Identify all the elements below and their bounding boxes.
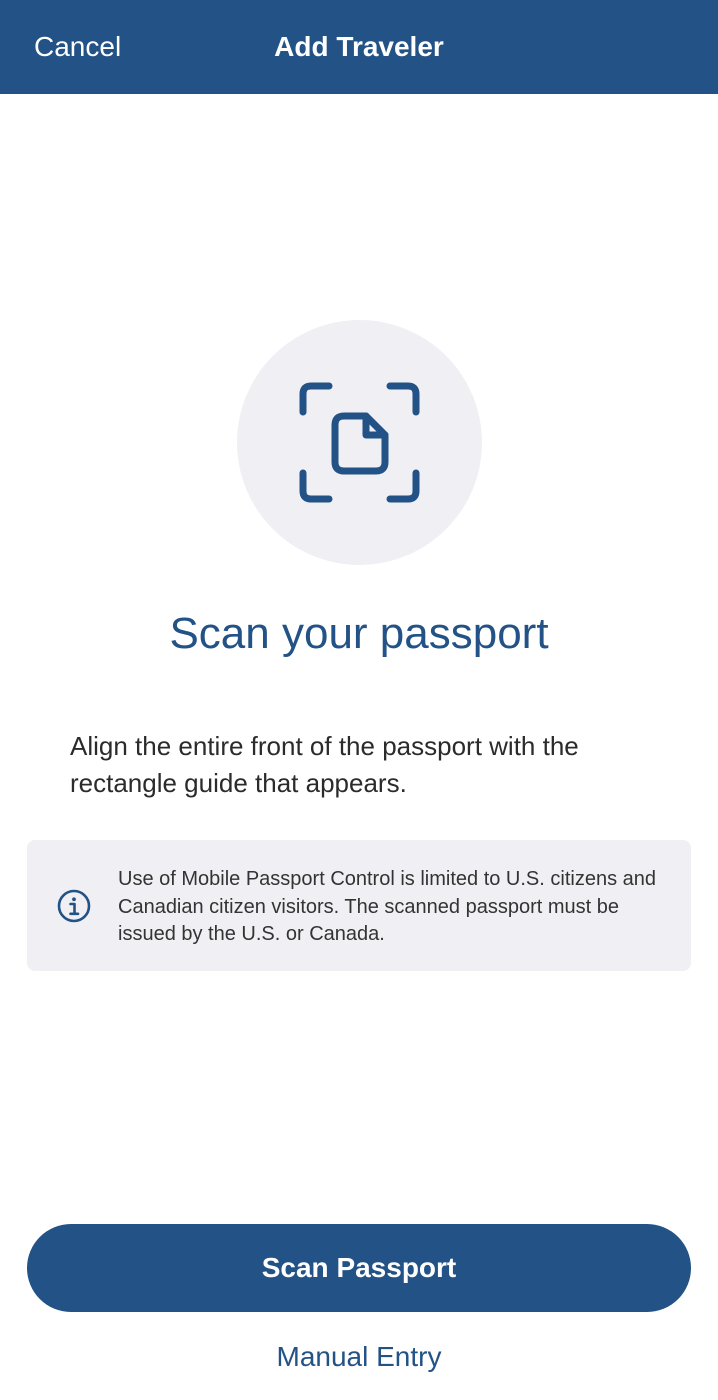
scan-instructions: Align the entire front of the passport w… xyxy=(70,731,579,798)
manual-entry-row: Manual Entry xyxy=(0,1338,718,1376)
document-scan-icon xyxy=(299,382,420,503)
cancel-button[interactable]: Cancel xyxy=(34,30,121,64)
scan-headline: Scan your passport xyxy=(169,609,549,658)
info-icon xyxy=(57,889,91,923)
add-traveler-screen: Cancel Add Traveler Scan your passport A… xyxy=(0,0,718,1400)
manual-entry-link[interactable]: Manual Entry xyxy=(277,1341,442,1372)
navigation-bar: Cancel Add Traveler xyxy=(0,0,718,94)
scan-icon-circle xyxy=(237,320,482,565)
scan-passport-button[interactable]: Scan Passport xyxy=(27,1224,691,1312)
eligibility-notice-text: Use of Mobile Passport Control is limite… xyxy=(118,868,656,945)
eligibility-notice: Use of Mobile Passport Control is limite… xyxy=(27,840,691,971)
